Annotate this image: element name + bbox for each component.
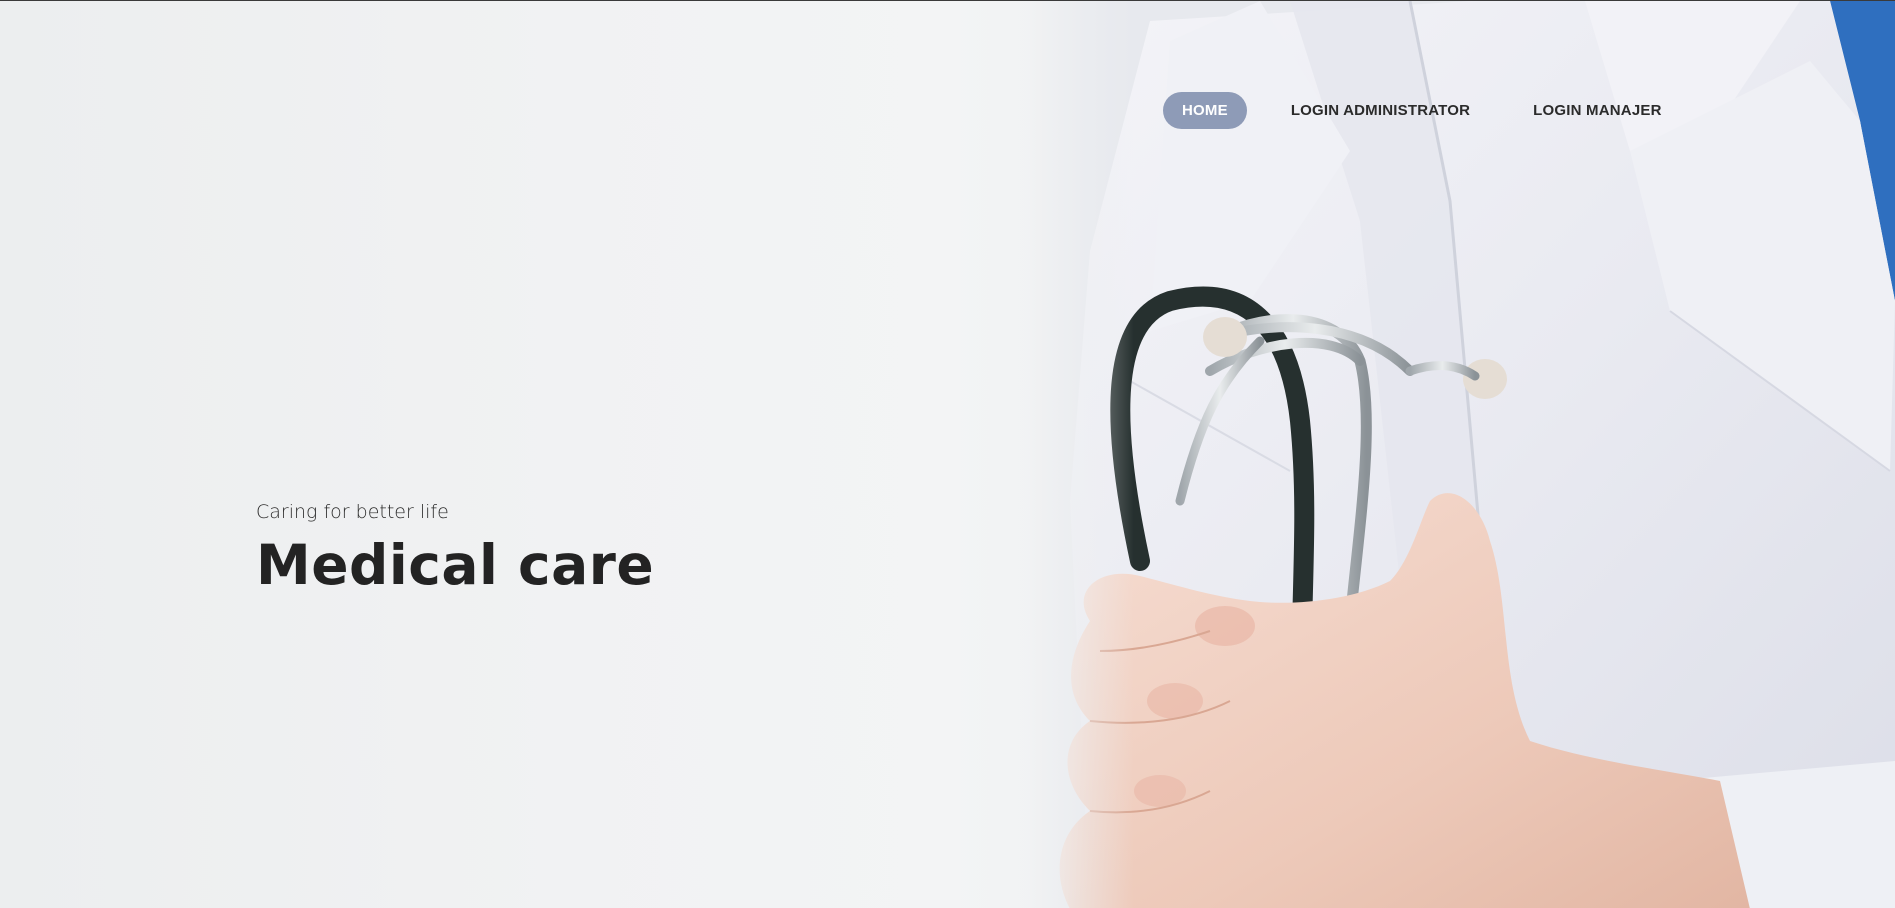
nav-login-manajer-link[interactable]: LOGIN MANAJER: [1514, 92, 1680, 129]
hero-tagline: Caring for better life: [256, 501, 449, 523]
nav-home-link[interactable]: HOME: [1163, 92, 1247, 129]
hero-section: HOME LOGIN ADMINISTRATOR LOGIN MANAJER C…: [0, 0, 1895, 908]
hero-headline: Medical care: [256, 533, 655, 597]
hero-text-block: Caring for better life Medical care: [256, 501, 654, 597]
main-nav: HOME LOGIN ADMINISTRATOR LOGIN MANAJER: [1163, 92, 1681, 129]
nav-login-administrator-link[interactable]: LOGIN ADMINISTRATOR: [1272, 92, 1489, 129]
doctor-stethoscope-image: [1030, 1, 1895, 908]
